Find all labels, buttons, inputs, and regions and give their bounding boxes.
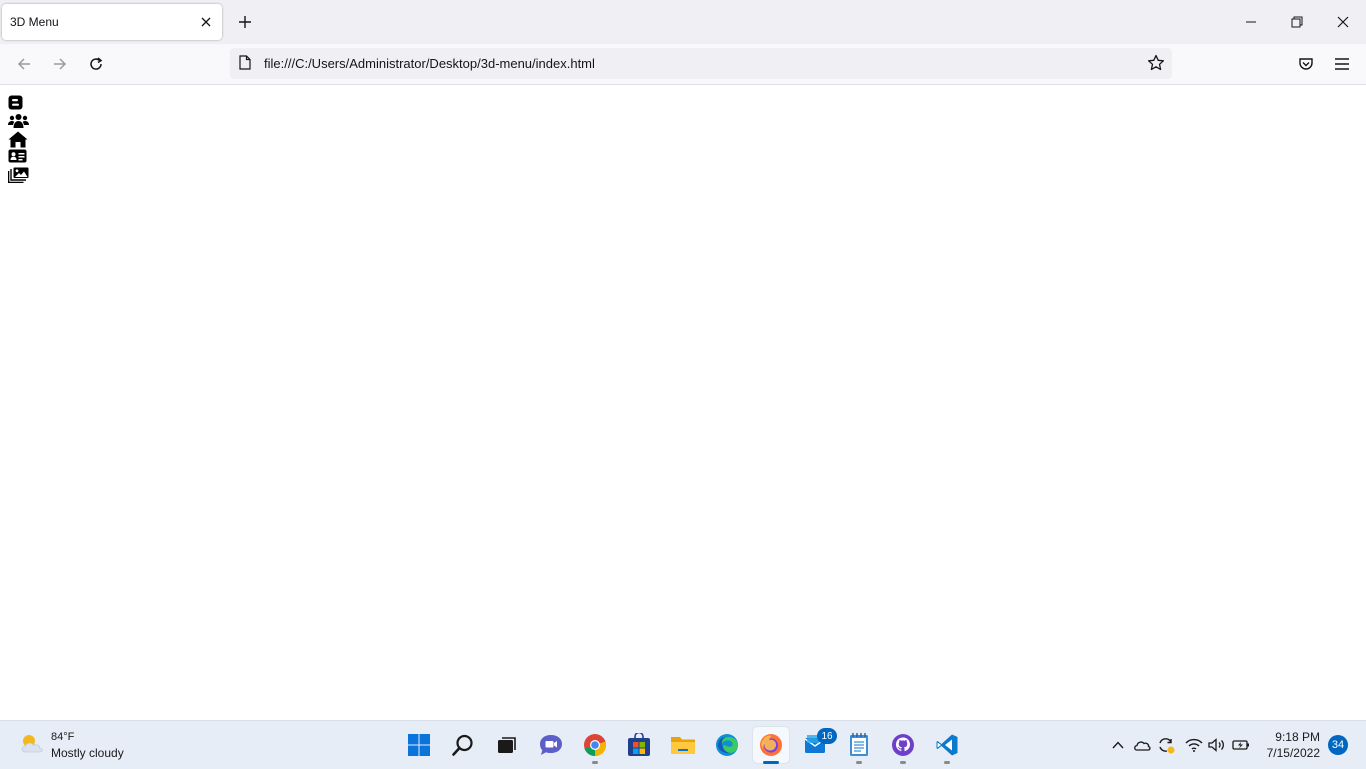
running-indicator bbox=[592, 761, 598, 764]
running-indicator bbox=[944, 761, 950, 764]
forward-button[interactable] bbox=[46, 50, 74, 78]
show-hidden-icons-chevron-icon[interactable] bbox=[1108, 735, 1128, 755]
browser-tab[interactable]: 3D Menu bbox=[2, 4, 222, 40]
windows-icon bbox=[408, 734, 430, 756]
weather-temperature: 84°F bbox=[51, 731, 75, 743]
photo-gallery-icon[interactable] bbox=[7, 167, 29, 185]
pocket-icon[interactable] bbox=[1292, 50, 1320, 78]
volume-icon[interactable] bbox=[1207, 735, 1227, 755]
folder-icon bbox=[671, 737, 695, 754]
restore-window-button[interactable] bbox=[1283, 8, 1311, 36]
menu-list bbox=[7, 95, 30, 185]
edge-icon bbox=[716, 734, 738, 756]
contact-card-icon[interactable] bbox=[8, 149, 28, 167]
running-indicator bbox=[900, 761, 906, 764]
battery-charging-icon[interactable] bbox=[1231, 735, 1251, 755]
tab-title: 3D Menu bbox=[10, 15, 59, 29]
search-icon bbox=[452, 734, 473, 756]
running-indicator bbox=[856, 761, 862, 764]
wifi-icon[interactable] bbox=[1184, 735, 1204, 755]
close-tab-icon[interactable] bbox=[196, 12, 216, 32]
clock-date[interactable]: 7/15/2022 bbox=[1256, 746, 1320, 760]
store-icon bbox=[628, 733, 650, 756]
github-desktop-app[interactable] bbox=[885, 727, 921, 764]
clock-time[interactable]: 9:18 PM bbox=[1264, 730, 1320, 744]
reload-button[interactable] bbox=[82, 50, 110, 78]
vscode-icon bbox=[936, 734, 958, 756]
chat-app[interactable] bbox=[533, 727, 569, 763]
back-button[interactable] bbox=[10, 50, 38, 78]
mail-badge: 16 bbox=[817, 728, 837, 744]
vscode-app[interactable] bbox=[929, 727, 965, 764]
notepad-icon bbox=[850, 733, 868, 756]
chrome-app[interactable] bbox=[577, 727, 613, 764]
weather-description: Mostly cloudy bbox=[51, 746, 124, 760]
mail-app[interactable]: 16 bbox=[797, 727, 837, 763]
address-bar[interactable]: file:///C:/Users/Administrator/Desktop/3… bbox=[230, 48, 1172, 79]
close-window-button[interactable] bbox=[1329, 8, 1357, 36]
onedrive-cloud-icon[interactable] bbox=[1132, 735, 1152, 755]
url-text: file:///C:/Users/Administrator/Desktop/3… bbox=[264, 56, 595, 71]
minimize-window-button[interactable] bbox=[1237, 8, 1265, 36]
users-icon[interactable] bbox=[8, 113, 29, 131]
store-app[interactable] bbox=[621, 727, 657, 763]
github-icon bbox=[892, 734, 914, 756]
chrome-icon bbox=[584, 734, 607, 757]
search-button[interactable] bbox=[445, 727, 481, 763]
edge-app[interactable] bbox=[709, 727, 745, 763]
chat-icon bbox=[540, 735, 562, 755]
file-explorer-app[interactable] bbox=[665, 727, 701, 763]
notepad-app[interactable] bbox=[841, 727, 877, 764]
partly-cloudy-icon bbox=[18, 730, 46, 758]
home-icon[interactable] bbox=[8, 131, 28, 149]
tab-strip: 3D Menu bbox=[0, 0, 1366, 44]
taskbar: 84°F Mostly cloudy 16 9:18 PM 7/15/2022 … bbox=[0, 720, 1366, 769]
page-icon bbox=[239, 55, 251, 75]
new-tab-button[interactable] bbox=[233, 10, 257, 34]
navigation-toolbar: file:///C:/Users/Administrator/Desktop/3… bbox=[0, 44, 1366, 85]
firefox-app[interactable] bbox=[753, 727, 789, 764]
sync-icon[interactable] bbox=[1156, 735, 1176, 755]
start-button[interactable] bbox=[401, 727, 437, 763]
app-menu-icon[interactable] bbox=[1328, 50, 1356, 78]
bookmark-star-icon[interactable] bbox=[1146, 53, 1166, 73]
task-view-icon bbox=[498, 737, 516, 753]
active-indicator bbox=[763, 761, 779, 764]
task-view-button[interactable] bbox=[489, 727, 525, 763]
firefox-icon bbox=[760, 734, 782, 756]
blogger-icon[interactable] bbox=[8, 95, 28, 113]
notification-count-badge[interactable]: 34 bbox=[1328, 735, 1348, 755]
